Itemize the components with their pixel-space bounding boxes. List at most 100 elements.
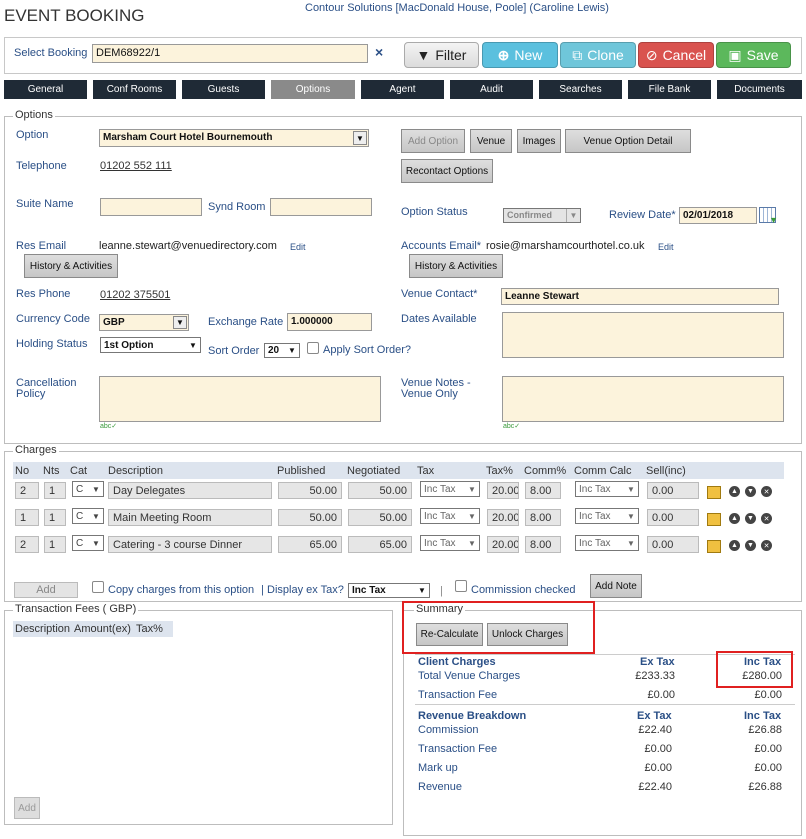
- row-published-input[interactable]: 50.00: [278, 509, 342, 526]
- delete-icon[interactable]: ✕: [761, 540, 772, 551]
- down-icon[interactable]: ▼: [745, 513, 756, 524]
- option-select[interactable]: Marsham Court Hotel Bournemouth ▼: [99, 129, 369, 147]
- row-tax-select[interactable]: Inc Tax ▼: [420, 535, 480, 551]
- commission-checkbox[interactable]: [455, 580, 467, 592]
- row-comm-calc-select[interactable]: Inc Tax ▼: [575, 481, 639, 497]
- row-cat-select[interactable]: C ▼: [72, 481, 104, 497]
- unlock-charges-button[interactable]: Unlock Charges: [487, 623, 568, 646]
- suite-name-input[interactable]: [100, 198, 202, 216]
- up-icon[interactable]: ▲: [729, 540, 740, 551]
- add-note-button[interactable]: Add Note: [590, 574, 642, 598]
- option-status-select[interactable]: Confirmed ▼: [503, 208, 581, 223]
- save-button[interactable]: ▣ Save: [716, 42, 791, 68]
- row-comm-pct-input[interactable]: 8.00: [525, 509, 561, 526]
- add-fee-button[interactable]: Add: [14, 797, 40, 819]
- calendar-icon[interactable]: ▼: [759, 207, 778, 225]
- row-no-input[interactable]: 1: [15, 509, 39, 526]
- row-sell-input[interactable]: 0.00: [647, 536, 699, 553]
- venue-button[interactable]: Venue: [470, 129, 512, 153]
- row-description-input[interactable]: Catering - 3 course Dinner: [108, 536, 272, 553]
- row-tax-pct-input[interactable]: 20.00: [487, 509, 519, 526]
- exchange-rate-input[interactable]: 1.000000: [287, 313, 372, 331]
- tab-agent[interactable]: Agent: [361, 80, 444, 99]
- note-icon[interactable]: [707, 486, 721, 499]
- row-published-input[interactable]: 50.00: [278, 482, 342, 499]
- row-comm-calc-select[interactable]: Inc Tax ▼: [575, 535, 639, 551]
- row-comm-calc-select[interactable]: Inc Tax ▼: [575, 508, 639, 524]
- display-tax-select[interactable]: Inc Tax ▼: [348, 583, 430, 598]
- venue-option-detail-button[interactable]: Venue Option Detail: [565, 129, 691, 153]
- row-nts-input[interactable]: 1: [44, 536, 66, 553]
- row-cat-select[interactable]: C ▼: [72, 508, 104, 524]
- venue-contact-input[interactable]: Leanne Stewart: [501, 288, 779, 305]
- booking-input[interactable]: DEM68922/1: [92, 44, 368, 63]
- row-tax-select[interactable]: Inc Tax ▼: [420, 508, 480, 524]
- context-info: Contour Solutions [MacDonald House, Pool…: [305, 2, 609, 14]
- row-sell-input[interactable]: 0.00: [647, 509, 699, 526]
- note-icon[interactable]: [707, 513, 721, 526]
- row-cat-value: C: [76, 484, 84, 495]
- filter-button[interactable]: ▼ Filter: [404, 42, 479, 68]
- telephone-link[interactable]: 01202 552 111: [100, 160, 172, 172]
- accounts-history-button[interactable]: History & Activities: [409, 254, 503, 278]
- row-negotiated-input[interactable]: 50.00: [348, 509, 412, 526]
- row-tax-select[interactable]: Inc Tax ▼: [420, 481, 480, 497]
- row-tax-pct-input[interactable]: 20.00: [487, 536, 519, 553]
- tab-options[interactable]: Options: [271, 80, 355, 99]
- delete-icon[interactable]: ✕: [761, 513, 772, 524]
- res-history-button[interactable]: History & Activities: [24, 254, 118, 278]
- up-icon[interactable]: ▲: [729, 513, 740, 524]
- add-option-button[interactable]: Add Option: [401, 129, 465, 153]
- row-negotiated-input[interactable]: 50.00: [348, 482, 412, 499]
- transaction-fees-panel: [4, 610, 393, 825]
- tab-searches[interactable]: Searches: [539, 80, 622, 99]
- tab-audit[interactable]: Audit: [450, 80, 533, 99]
- row-sell-input[interactable]: 0.00: [647, 482, 699, 499]
- synd-room-input[interactable]: [270, 198, 372, 216]
- images-button[interactable]: Images: [517, 129, 561, 153]
- row-comm-pct-input[interactable]: 8.00: [525, 536, 561, 553]
- review-date-input[interactable]: 02/01/2018: [679, 207, 757, 224]
- row-negotiated-input[interactable]: 65.00: [348, 536, 412, 553]
- new-button[interactable]: ⊕ New: [482, 42, 558, 68]
- cancel-button[interactable]: ⊘ Cancel: [638, 42, 714, 68]
- tab-file-bank[interactable]: File Bank: [628, 80, 711, 99]
- holding-status-select[interactable]: 1st Option ▼: [100, 337, 201, 353]
- row-published-input[interactable]: 65.00: [278, 536, 342, 553]
- tab-documents[interactable]: Documents: [717, 80, 802, 99]
- transaction-fee-inc: £0.00: [754, 689, 782, 701]
- res-phone-link[interactable]: 01202 375501: [100, 289, 170, 301]
- copy-charges-checkbox[interactable]: [92, 581, 104, 593]
- currency-select[interactable]: GBP ▼: [99, 314, 189, 331]
- dates-available-textarea[interactable]: [502, 312, 784, 358]
- res-email-edit-link[interactable]: Edit: [290, 242, 306, 252]
- down-icon[interactable]: ▼: [745, 540, 756, 551]
- delete-icon[interactable]: ✕: [761, 486, 772, 497]
- tab-conf-rooms[interactable]: Conf Rooms: [93, 80, 176, 99]
- venue-notes-textarea[interactable]: [502, 376, 784, 422]
- add-charge-button[interactable]: Add: [14, 582, 78, 598]
- down-icon[interactable]: ▼: [745, 486, 756, 497]
- row-cat-select[interactable]: C ▼: [72, 535, 104, 551]
- clear-icon[interactable]: ×: [375, 44, 383, 60]
- accounts-email-edit-link[interactable]: Edit: [658, 242, 674, 252]
- row-nts-input[interactable]: 1: [44, 482, 66, 499]
- row-nts-input[interactable]: 1: [44, 509, 66, 526]
- apply-sort-checkbox[interactable]: [307, 342, 319, 354]
- recalculate-button[interactable]: Re-Calculate: [416, 623, 483, 646]
- row-no-input[interactable]: 2: [15, 536, 39, 553]
- tab-guests[interactable]: Guests: [182, 80, 265, 99]
- new-label: New: [514, 47, 543, 63]
- cancellation-textarea[interactable]: [99, 376, 381, 422]
- tab-general[interactable]: General: [4, 80, 87, 99]
- sort-order-select[interactable]: 20 ▼: [264, 343, 300, 358]
- row-tax-pct-input[interactable]: 20.00: [487, 482, 519, 499]
- recontact-options-button[interactable]: Recontact Options: [401, 159, 493, 183]
- row-no-input[interactable]: 2: [15, 482, 39, 499]
- row-description-input[interactable]: Day Delegates: [108, 482, 272, 499]
- row-comm-pct-input[interactable]: 8.00: [525, 482, 561, 499]
- up-icon[interactable]: ▲: [729, 486, 740, 497]
- note-icon[interactable]: [707, 540, 721, 553]
- row-description-input[interactable]: Main Meeting Room: [108, 509, 272, 526]
- clone-button[interactable]: ⧉ Clone: [560, 42, 636, 68]
